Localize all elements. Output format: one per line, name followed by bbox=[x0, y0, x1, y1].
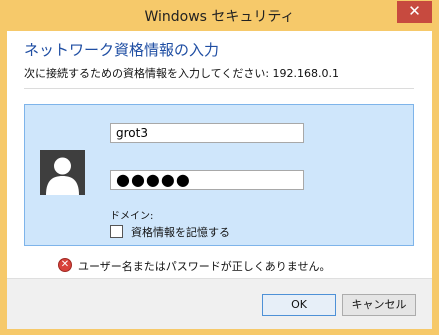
password-field[interactable]: ●●●●● bbox=[110, 170, 304, 190]
error-message: ユーザー名またはパスワードが正しくありません。 bbox=[78, 260, 331, 273]
user-icon bbox=[40, 150, 85, 195]
remember-checkbox[interactable] bbox=[110, 225, 123, 238]
credential-panel: grot3 ●●●●● ドメイン: 資格情報を記憶する bbox=[24, 104, 414, 246]
remember-label[interactable]: 資格情報を記憶する bbox=[131, 224, 230, 240]
dialog-heading: ネットワーク資格情報の入力 bbox=[24, 41, 220, 59]
ok-button[interactable]: OK bbox=[262, 294, 336, 316]
window-title: Windows セキュリティ bbox=[144, 9, 295, 25]
error-icon: ✕ bbox=[58, 258, 72, 272]
title-bar[interactable]: Windows セキュリティ ✕ bbox=[0, 0, 439, 31]
domain-label: ドメイン: bbox=[110, 211, 154, 222]
header-divider bbox=[24, 88, 414, 89]
security-dialog-window: Windows セキュリティ ✕ ネットワーク資格情報の入力 次に接続するための… bbox=[0, 0, 439, 335]
button-bar: OK キャンセル bbox=[7, 278, 432, 329]
dialog-body: ネットワーク資格情報の入力 次に接続するための資格情報を入力してください: 19… bbox=[7, 31, 432, 329]
cancel-button[interactable]: キャンセル bbox=[342, 294, 416, 316]
username-field[interactable]: grot3 bbox=[110, 123, 304, 143]
close-icon: ✕ bbox=[408, 2, 421, 20]
close-button[interactable]: ✕ bbox=[397, 1, 432, 23]
dialog-instruction: 次に接続するための資格情報を入力してください: 192.168.0.1 bbox=[24, 67, 340, 80]
